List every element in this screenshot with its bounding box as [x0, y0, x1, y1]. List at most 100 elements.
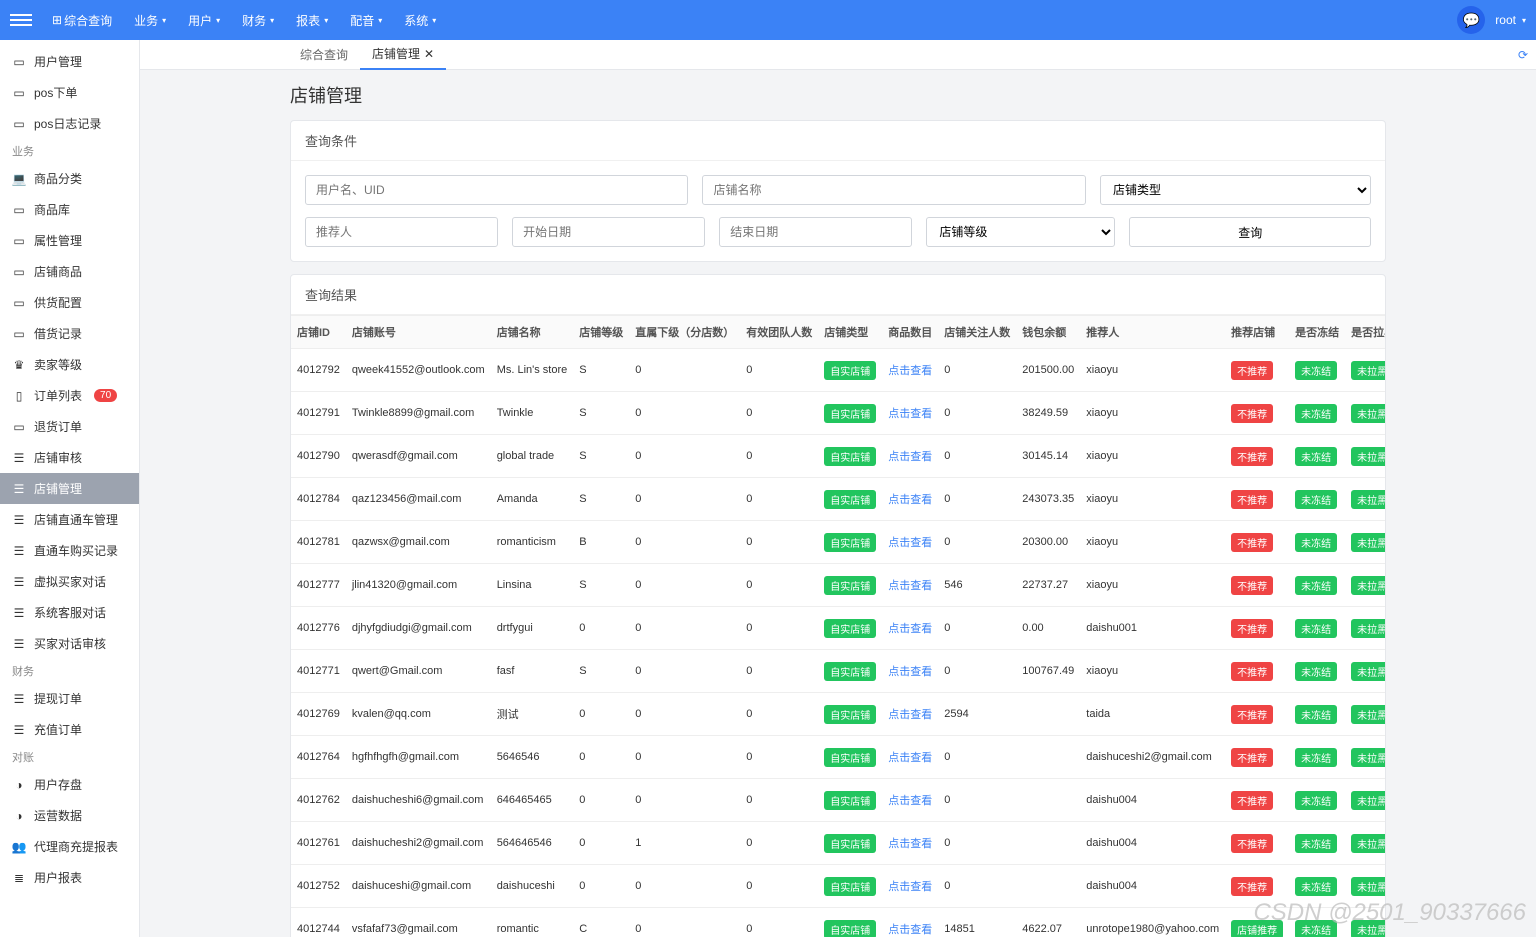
sidebar-item[interactable]: ▭借货记录	[0, 318, 139, 349]
tab-bar: 综合查询 店铺管理✕ ⟳	[140, 40, 1536, 70]
shop-type-select[interactable]: 店铺类型	[1100, 175, 1371, 205]
goods-link[interactable]: 点击查看	[888, 365, 932, 377]
topnav-item[interactable]: 用户▾	[180, 8, 228, 33]
black-badge: 未拉黑	[1351, 533, 1385, 552]
goods-link[interactable]: 点击查看	[888, 494, 932, 506]
square-icon: ▭	[12, 117, 26, 131]
square-icon: ▭	[12, 203, 26, 217]
refresh-icon[interactable]: ⟳	[1518, 48, 1528, 62]
sidebar-item[interactable]: ▭属性管理	[0, 225, 139, 256]
sidebar-item[interactable]: ▯订单列表70	[0, 380, 139, 411]
table-row: 4012769kvalen@qq.com测试000自实店铺点击查看2594tai…	[291, 693, 1385, 736]
sidebar-item-label: 买家对话审核	[34, 635, 106, 652]
table-row: 4012776djhyfgdiudgi@gmail.comdrtfygui000…	[291, 607, 1385, 650]
shop-type-badge: 自实店铺	[824, 834, 876, 853]
bars-icon: ≣	[12, 871, 26, 885]
sidebar-item[interactable]: ▭pos下单	[0, 77, 139, 108]
freeze-badge: 未冻结	[1295, 361, 1337, 380]
laptop-icon: 💻	[12, 172, 26, 186]
sidebar-item[interactable]: ♛卖家等级	[0, 349, 139, 380]
card-icon: ☰	[12, 606, 26, 620]
norec-badge: 不推荐	[1231, 404, 1273, 423]
black-badge: 未拉黑	[1351, 834, 1385, 853]
norec-badge: 不推荐	[1231, 705, 1273, 724]
black-badge: 未拉黑	[1351, 920, 1385, 937]
chat-icon[interactable]: 💬	[1457, 6, 1485, 34]
phone-icon: ▯	[12, 389, 26, 403]
column-header: 直属下级（分店数）	[629, 316, 740, 349]
sidebar-item[interactable]: ☰店铺管理	[0, 473, 139, 504]
shop-type-badge: 自实店铺	[824, 361, 876, 380]
tab-general-query[interactable]: 综合查询	[288, 40, 360, 70]
column-header: 钱包余额	[1016, 316, 1080, 349]
uid-input[interactable]	[305, 175, 688, 205]
close-icon[interactable]: ✕	[424, 47, 434, 61]
sidebar-item[interactable]: ☰系统客服对话	[0, 597, 139, 628]
user-menu[interactable]: root▾	[1495, 13, 1526, 27]
sidebar-group: 对账	[0, 745, 139, 769]
shop-type-badge: 自实店铺	[824, 619, 876, 638]
sidebar-item[interactable]: ▭pos日志记录	[0, 108, 139, 139]
referrer-input[interactable]	[305, 217, 498, 247]
end-date-input[interactable]	[719, 217, 912, 247]
shop-name-input[interactable]	[702, 175, 1085, 205]
sidebar-item[interactable]: ≣用户报表	[0, 862, 139, 893]
goods-link[interactable]: 点击查看	[888, 752, 932, 764]
topnav-item[interactable]: ⊞ 综合查询	[44, 8, 120, 33]
sidebar-item[interactable]: ▭ 商品库	[0, 194, 139, 225]
goods-link[interactable]: 点击查看	[888, 537, 932, 549]
sidebar-item[interactable]: ☰充值订单	[0, 714, 139, 745]
card-icon: ☰	[12, 637, 26, 651]
goods-link[interactable]: 点击查看	[888, 580, 932, 592]
goods-link[interactable]: 点击查看	[888, 666, 932, 678]
black-badge: 未拉黑	[1351, 447, 1385, 466]
hamburger-icon[interactable]	[10, 9, 32, 31]
sidebar-item[interactable]: ▭退货订单	[0, 411, 139, 442]
black-badge: 未拉黑	[1351, 748, 1385, 767]
goods-link[interactable]: 点击查看	[888, 451, 932, 463]
table-row: 4012752daishuceshi@gmail.comdaishuceshi0…	[291, 865, 1385, 908]
column-header: 店铺账号	[346, 316, 491, 349]
start-date-input[interactable]	[512, 217, 705, 247]
sidebar-item[interactable]: ☰ 买家对话审核	[0, 628, 139, 659]
goods-link[interactable]: 点击查看	[888, 408, 932, 420]
sidebar-item[interactable]: 💻商品分类	[0, 163, 139, 194]
goods-link[interactable]: 点击查看	[888, 881, 932, 893]
sidebar-item[interactable]: ☰店铺直通车管理	[0, 504, 139, 535]
sidebar-item[interactable]: ▭供货配置	[0, 287, 139, 318]
query-button[interactable]: 查询	[1129, 217, 1371, 247]
shop-level-select[interactable]: 店铺等级	[926, 217, 1115, 247]
goods-link[interactable]: 点击查看	[888, 795, 932, 807]
sidebar-item[interactable]: ▭用户管理	[0, 46, 139, 77]
table-row: 4012762daishucheshi6@gmail.com6464654650…	[291, 779, 1385, 822]
shop-type-badge: 自实店铺	[824, 533, 876, 552]
tab-shop-manage[interactable]: 店铺管理✕	[360, 40, 446, 70]
sidebar-item-label: 借货记录	[34, 325, 82, 342]
freeze-badge: 未冻结	[1295, 662, 1337, 681]
goods-link[interactable]: 点击查看	[888, 709, 932, 721]
sidebar-item[interactable]: ◑运营数据	[0, 800, 139, 831]
topnav-item[interactable]: 财务▾	[234, 8, 282, 33]
topnav-item[interactable]: 业务▾	[126, 8, 174, 33]
sidebar-item-label: 商品库	[34, 201, 70, 218]
goods-link[interactable]: 点击查看	[888, 924, 932, 936]
topnav-item[interactable]: 系统▾	[396, 8, 444, 33]
freeze-badge: 未冻结	[1295, 791, 1337, 810]
sidebar-item[interactable]: ◑用户存盘	[0, 769, 139, 800]
sidebar-item[interactable]: ☰店铺审核	[0, 442, 139, 473]
sidebar-item[interactable]: ☰提现订单	[0, 683, 139, 714]
freeze-badge: 未冻结	[1295, 834, 1337, 853]
sidebar-item[interactable]: ☰虚拟买家对话	[0, 566, 139, 597]
topnav-item[interactable]: 配音▾	[342, 8, 390, 33]
sidebar-item[interactable]: ☰直通车购买记录	[0, 535, 139, 566]
goods-link[interactable]: 点击查看	[888, 623, 932, 635]
column-header: 店铺等级	[573, 316, 629, 349]
black-badge: 未拉黑	[1351, 791, 1385, 810]
topnav-item[interactable]: 报表▾	[288, 8, 336, 33]
goods-link[interactable]: 点击查看	[888, 838, 932, 850]
sidebar-item[interactable]: 👥代理商充提报表	[0, 831, 139, 862]
black-badge: 未拉黑	[1351, 490, 1385, 509]
sidebar-item[interactable]: ▭店铺商品	[0, 256, 139, 287]
column-header: 是否冻结	[1289, 316, 1345, 349]
top-nav: ⊞ 综合查询业务▾用户▾财务▾报表▾配音▾系统▾	[44, 8, 444, 33]
